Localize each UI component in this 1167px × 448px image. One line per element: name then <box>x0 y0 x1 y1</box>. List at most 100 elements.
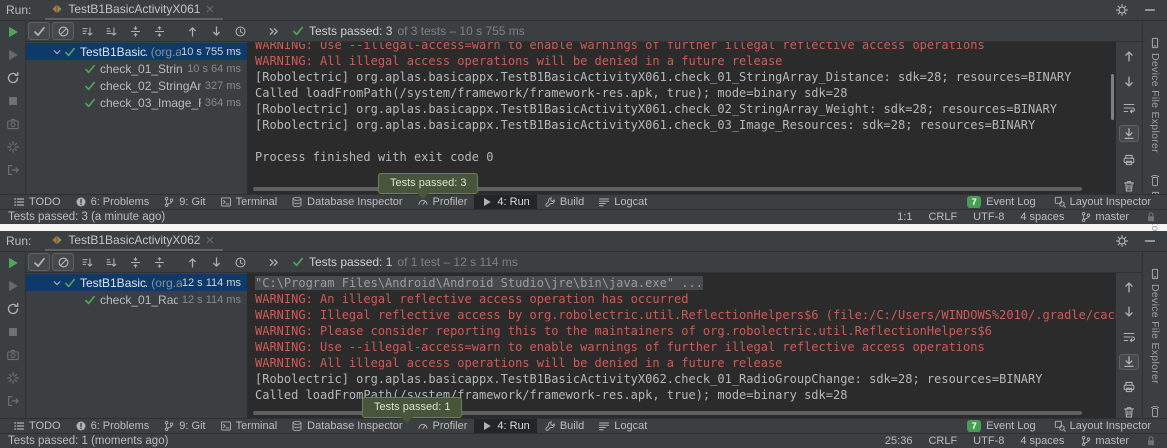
test-duration: 10 s 755 ms <box>181 46 247 58</box>
right-tool-tabs: Device File Explorer Emulator <box>1142 252 1167 418</box>
gear-icon[interactable] <box>1115 234 1129 248</box>
logcat <box>598 420 610 432</box>
tool-window-button[interactable]: Build <box>537 195 591 209</box>
rerun-button[interactable] <box>6 256 20 270</box>
toggle-auto-test-button[interactable] <box>6 71 20 85</box>
tool-window-button[interactable]: Database Inspector <box>284 195 409 209</box>
event-log-button[interactable]: 7 Event Log <box>967 196 1036 208</box>
problems <box>75 420 87 432</box>
runsmall <box>481 196 493 208</box>
chevron-down-icon[interactable] <box>52 278 62 288</box>
close-icon[interactable] <box>205 4 215 14</box>
test-tree-row[interactable]: TestB1BasicActivityX062 (org.aplas.t 12 … <box>26 274 247 291</box>
console-line: [Robolectric] org.aplas.basicappx.TestB1… <box>255 69 1116 85</box>
tool-window-button[interactable]: Profiler <box>410 419 475 433</box>
profile-button[interactable] <box>6 140 20 154</box>
stop-button[interactable] <box>6 325 20 339</box>
exit-button[interactable] <box>6 163 20 177</box>
console-line: WARNING: Use --illegal-access=warn to en… <box>255 42 1116 53</box>
layout-inspector-icon <box>1054 196 1066 208</box>
tool-window-button[interactable]: 4: Run <box>474 419 536 433</box>
screenshot-button[interactable] <box>6 348 20 362</box>
lock-icon <box>1145 435 1157 447</box>
test-duration: 12 s 114 ms <box>182 294 247 306</box>
caret-position[interactable]: 25:36 <box>885 435 913 447</box>
test-tree-row[interactable]: check_02_StringArray_Weight 327 ms <box>26 77 247 94</box>
terminal <box>220 196 232 208</box>
test-tree-row[interactable]: check_01_RadioGroupChange 12 s 114 ms <box>26 291 247 308</box>
rerun-button[interactable] <box>6 25 20 39</box>
console-line: "C:\Program Files\Android\Android Studio… <box>255 275 1116 291</box>
tool-window-button[interactable]: Terminal <box>213 419 285 433</box>
tool-window-button[interactable]: 9: Git <box>156 419 212 433</box>
rerun-failed-tests-button[interactable] <box>6 48 20 62</box>
exit-button[interactable] <box>6 394 20 408</box>
git-branch-icon <box>1080 211 1092 223</box>
tool-window-button[interactable]: 9: Git <box>156 195 212 209</box>
gear-icon[interactable] <box>1115 3 1129 17</box>
tool-window-button[interactable]: Logcat <box>591 419 654 433</box>
event-log-button[interactable]: 7 Event Log <box>967 420 1036 432</box>
status-item[interactable]: CRLF <box>928 211 957 223</box>
git <box>163 196 175 208</box>
summary-passed-count: Tests passed: 1 <box>309 255 392 269</box>
test-name: check_03_Image_Resources <box>100 96 201 110</box>
database <box>291 420 303 432</box>
clear-all-button <box>1122 179 1136 193</box>
test-tree-row[interactable]: TestB1BasicActivityX061 (org.aplas.t 10 … <box>26 43 247 60</box>
console-line: [Robolectric] org.aplas.basicappx.TestB1… <box>255 117 1116 133</box>
caret-position[interactable]: 1:1 <box>897 211 912 223</box>
tool-window-button[interactable]: Database Inspector <box>284 419 409 433</box>
tool-window-button[interactable]: Terminal <box>213 195 285 209</box>
test-duration: 10 s 64 ms <box>187 63 247 75</box>
git-branch-widget[interactable]: master <box>1080 435 1129 447</box>
terminal <box>220 420 232 432</box>
minimize-icon[interactable] <box>1143 3 1157 17</box>
next-failed-test <box>210 25 223 38</box>
rerun-failed-tests-button[interactable] <box>6 279 20 293</box>
more-actions <box>267 25 280 38</box>
toggle-auto-test-button[interactable] <box>6 302 20 316</box>
right-tool-tab[interactable]: Device File Explorer <box>1149 268 1161 384</box>
chevron-down-icon[interactable] <box>52 47 62 57</box>
status-item[interactable]: CRLF <box>928 435 957 447</box>
sort-alphabetically <box>81 256 94 269</box>
right-tool-tab[interactable]: Device File Explorer <box>1149 37 1161 153</box>
stop-button[interactable] <box>6 94 20 108</box>
minimize-icon[interactable] <box>1143 234 1157 248</box>
tool-window-button[interactable]: TODO <box>6 195 68 209</box>
tool-window-button[interactable]: TODO <box>6 419 68 433</box>
layout-inspector-button[interactable]: Layout Inspector <box>1054 196 1151 208</box>
run-tab-x062[interactable]: TestB1BasicActivityX062 <box>45 231 223 251</box>
tool-window-button[interactable]: 6: Problems <box>68 195 157 209</box>
emulator <box>1149 406 1161 418</box>
git <box>163 420 175 432</box>
tool-window-bar: TODO 6: Problems 9: Git Terminal Databas… <box>0 194 1167 209</box>
status-item[interactable]: UTF-8 <box>973 211 1004 223</box>
test-tree-row[interactable]: check_03_Image_Resources 364 ms <box>26 94 247 111</box>
tool-window-button[interactable]: Logcat <box>591 195 654 209</box>
test-tree-row[interactable]: check_01_StringArray_Distance 10 s 64 ms <box>26 60 247 77</box>
expand-all <box>129 25 142 38</box>
layout-inspector-button[interactable]: Layout Inspector <box>1054 420 1151 432</box>
screenshot-button[interactable] <box>6 117 20 131</box>
tool-window-button[interactable]: Build <box>537 419 591 433</box>
console-line: [Robolectric] org.aplas.basicappx.TestB1… <box>255 101 1116 117</box>
tool-window-button[interactable]: 4: Run <box>474 195 536 209</box>
status-item[interactable]: 4 spaces <box>1020 211 1064 223</box>
git-branch-widget[interactable]: master <box>1080 211 1129 223</box>
profile-button[interactable] <box>6 371 20 385</box>
scroll-up-button <box>1122 280 1136 294</box>
run-tab-x061[interactable]: TestB1BasicActivityX061 <box>45 0 223 20</box>
show-ignored <box>57 25 70 38</box>
console-output[interactable]: WARNING: Use --illegal-access=warn to en… <box>247 42 1116 194</box>
close-icon[interactable] <box>205 235 215 245</box>
status-item[interactable]: UTF-8 <box>973 435 1004 447</box>
status-item[interactable]: 4 spaces <box>1020 435 1064 447</box>
test-passed-icon <box>84 80 96 92</box>
run-label: Run: <box>6 234 31 248</box>
tool-window-button[interactable]: 6: Problems <box>68 419 157 433</box>
soft-wrap-button <box>1122 101 1136 115</box>
console-vertical-scrollbar[interactable] <box>1111 74 1114 120</box>
database <box>291 196 303 208</box>
